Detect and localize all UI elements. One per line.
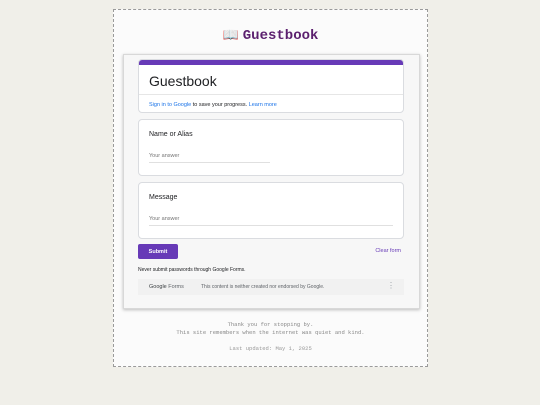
form-footer: Google Forms This content is neither cre… (138, 279, 404, 295)
logo-forms: Forms (168, 284, 184, 290)
form-accent-bar (139, 60, 403, 65)
password-warning: Never submit passwords through Google Fo… (138, 267, 246, 273)
logo-google: Google (149, 284, 167, 290)
page-container: 📖 Guestbook Guestbook Sign in to Google t… (113, 9, 428, 367)
thanks-message: Thank you for stopping by. This site rem… (114, 321, 427, 337)
thanks-line-1: Thank you for stopping by. (227, 321, 314, 328)
signin-notice: Sign in to Google to save your progress.… (149, 102, 277, 108)
message-input[interactable] (149, 216, 393, 226)
signin-link[interactable]: Sign in to Google (149, 102, 191, 108)
header-divider (139, 94, 403, 95)
form-header-card: Guestbook Sign in to Google to save your… (138, 59, 404, 113)
site-title: 📖 Guestbook (114, 28, 427, 44)
google-form-embed: Guestbook Sign in to Google to save your… (123, 54, 420, 309)
question-label-name: Name or Alias (149, 131, 193, 138)
more-vert-icon[interactable]: ⋮ (387, 282, 395, 290)
form-title: Guestbook (149, 73, 217, 89)
thanks-line-2: This site remembers when the internet wa… (176, 329, 365, 336)
question-card-message: Message (138, 182, 404, 239)
last-updated: Last updated: May 1, 2025 (229, 345, 312, 352)
signin-text: to save your progress. (191, 102, 249, 108)
google-forms-logo[interactable]: Google Forms (149, 284, 184, 290)
question-label-message: Message (149, 194, 178, 201)
submit-button[interactable]: Submit (138, 244, 178, 259)
learn-more-link[interactable]: Learn more (249, 102, 277, 108)
disclaimer-text: This content is neither created nor endo… (201, 284, 325, 290)
name-input[interactable] (149, 153, 270, 163)
open-book-icon: 📖 (222, 28, 239, 43)
question-card-name: Name or Alias (138, 119, 404, 176)
site-title-text: Guestbook (242, 28, 319, 44)
clear-form-button[interactable]: Clear form (375, 248, 401, 254)
